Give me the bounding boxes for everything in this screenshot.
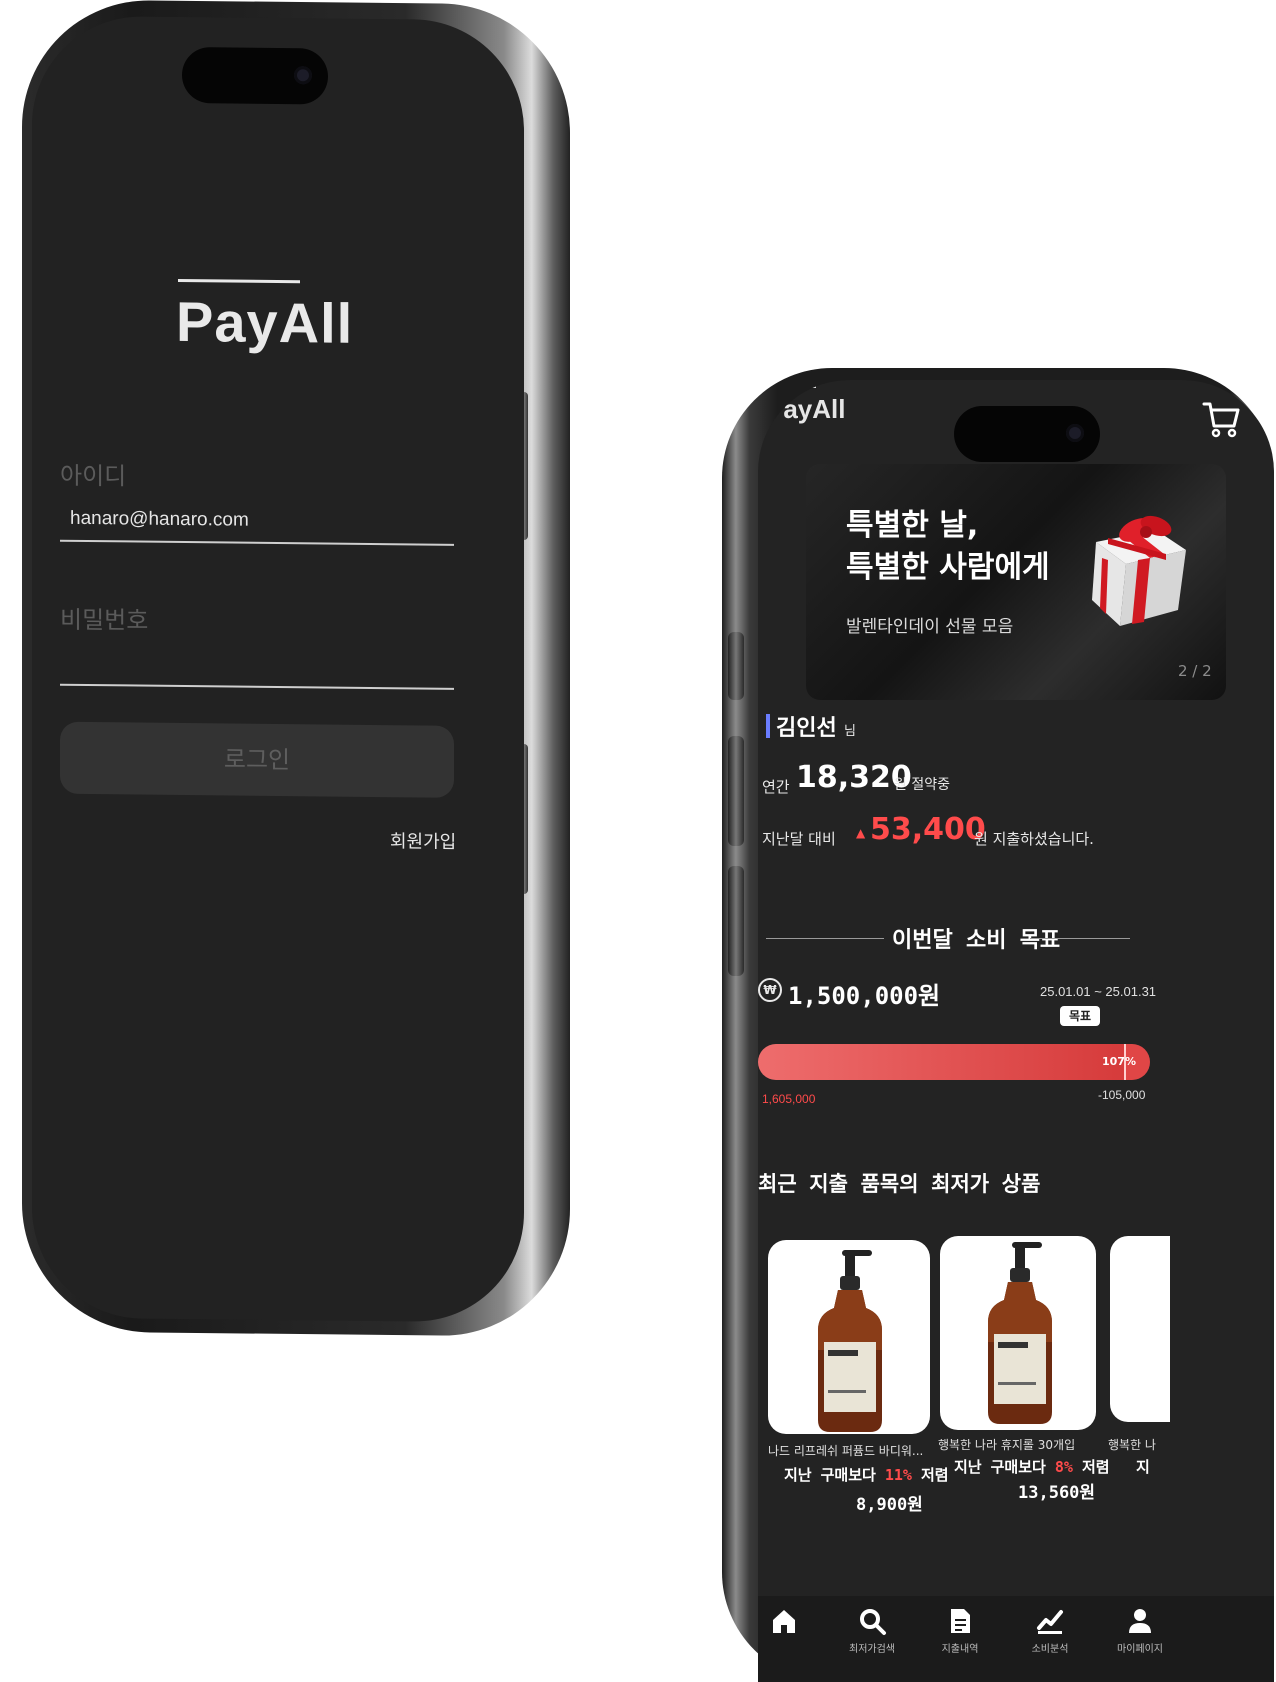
- user-name: 김인선: [776, 716, 837, 741]
- receipt-icon: [951, 1609, 970, 1633]
- product-name: 행복한 나라 휴지롤 30개입: [938, 1438, 1076, 1452]
- annual-suffix: 원 절약중: [894, 777, 950, 793]
- product-name: 행복한 나: [1108, 1438, 1156, 1452]
- camera-icon: [1066, 424, 1084, 442]
- product-card[interactable]: [1110, 1236, 1170, 1422]
- search-icon: [860, 1609, 886, 1635]
- compare-prefix: 지난달 대비: [762, 830, 836, 848]
- side-button: [728, 632, 744, 700]
- id-input[interactable]: hanaro@hanaro.com: [70, 508, 249, 532]
- password-input-underline: [60, 683, 454, 690]
- dynamic-island: [182, 46, 328, 105]
- goal-period: 25.01.01 ~ 25.01.31: [1040, 984, 1157, 999]
- discount-prefix: 지난 구매보다: [784, 1466, 876, 1484]
- product-price: 8,900원: [856, 1495, 923, 1515]
- logo-accent: [768, 386, 816, 388]
- tab-search[interactable]: 최저가검색: [832, 1606, 912, 1655]
- tab-analysis[interactable]: 소비분석: [1010, 1606, 1090, 1655]
- cart-icon[interactable]: [1202, 398, 1240, 440]
- tab-history[interactable]: 지출내역: [920, 1606, 1000, 1655]
- product-image: [818, 1250, 882, 1432]
- password-label: 비밀번호: [60, 605, 149, 635]
- tab-label: 지출내역: [941, 1644, 979, 1655]
- discount-suffix: 저렴: [921, 1466, 949, 1484]
- goal-progress-bar: 107%: [758, 1044, 1150, 1080]
- user-icon: [1129, 1609, 1151, 1633]
- login-button[interactable]: 로그인: [60, 721, 454, 798]
- tab-home[interactable]: [758, 1606, 824, 1640]
- product-card[interactable]: [768, 1240, 930, 1434]
- product-discount: 지난 구매보다 11% 저렴: [784, 1464, 949, 1485]
- product-discount: 지: [1136, 1458, 1150, 1476]
- product-name: 나드 리프레쉬 퍼퓸드 바디워...: [768, 1444, 924, 1458]
- compare-suffix: 원 지출하셨습니다.: [974, 830, 1094, 848]
- divider-left: [766, 938, 884, 939]
- target-marker-badge: 목표: [1060, 1006, 1100, 1026]
- banner-page-indicator: 2 / 2: [1178, 662, 1212, 680]
- home-icon: [773, 1610, 795, 1633]
- product-card[interactable]: [940, 1236, 1096, 1430]
- gift-icon: [1092, 515, 1186, 626]
- side-button: [728, 866, 744, 976]
- banner-title-line2: 특별한 사람에게: [846, 550, 1050, 585]
- won-icon: ₩: [758, 978, 782, 1002]
- signup-link[interactable]: 회원가입: [390, 827, 456, 854]
- app-logo: PayAll: [766, 394, 846, 424]
- banner-subtitle: 발렌타인데이 선물 모음: [846, 617, 1014, 637]
- tab-label: 소비분석: [1031, 1644, 1069, 1655]
- promo-banner[interactable]: 특별한 날, 특별한 사람에게 발렌타인데이 선물 모음 2 / 2: [806, 464, 1226, 700]
- product-image: [988, 1242, 1052, 1424]
- product-price: 13,560원: [1018, 1483, 1096, 1503]
- divider-right: [1030, 938, 1130, 939]
- camera-icon: [294, 66, 312, 85]
- tab-label: 최저가검색: [849, 1644, 895, 1655]
- discount-suffix: 저렴: [1081, 1458, 1110, 1476]
- dynamic-island: [954, 406, 1100, 462]
- product-discount: 지난 구매보다 8% 저렴: [954, 1456, 1110, 1477]
- annual-prefix: 연간: [762, 778, 790, 796]
- used-amount: 1,605,000: [762, 1092, 816, 1106]
- discount-percent: 8%: [1054, 1458, 1073, 1476]
- products-section-title: 최근 지출 품목의 최저가 상품: [758, 1172, 1041, 1196]
- increase-arrow-icon: ▲: [856, 826, 866, 840]
- login-screen: PayAll 아이디 hanaro@hanaro.com 비밀번호 로그인 회원…: [32, 15, 524, 1323]
- id-label: 아이디: [60, 461, 127, 491]
- progress-fill: [758, 1044, 1125, 1080]
- tab-mypage[interactable]: 마이페이지: [1100, 1606, 1180, 1655]
- home-screen: PayAll 특별한 날, 특별한 사람에게 발렌타인데이 선물 모음 2 / …: [758, 380, 1274, 1682]
- goal-amount: 1,500,000원: [788, 982, 941, 1010]
- logo-accent: [178, 278, 300, 284]
- user-name-suffix: 님: [844, 724, 856, 739]
- chart-icon: [1037, 1610, 1063, 1634]
- app-logo: PayAll: [176, 289, 354, 355]
- id-input-underline: [60, 539, 454, 546]
- discount-prefix: 지난 구매보다: [954, 1458, 1046, 1476]
- bottom-tab-bar: 최저가검색 지출내역 소비분석 마이페이지: [758, 1596, 1274, 1682]
- progress-percent: 107%: [1102, 1055, 1136, 1068]
- discount-percent: 11%: [884, 1466, 912, 1484]
- side-button: [728, 736, 744, 846]
- name-accent-bar: [766, 714, 770, 738]
- banner-title-line1: 특별한 날,: [846, 508, 979, 543]
- remaining-amount: -105,000: [1098, 1088, 1146, 1102]
- compare-amount: 53,400: [870, 812, 986, 847]
- tab-label: 마이페이지: [1117, 1644, 1163, 1655]
